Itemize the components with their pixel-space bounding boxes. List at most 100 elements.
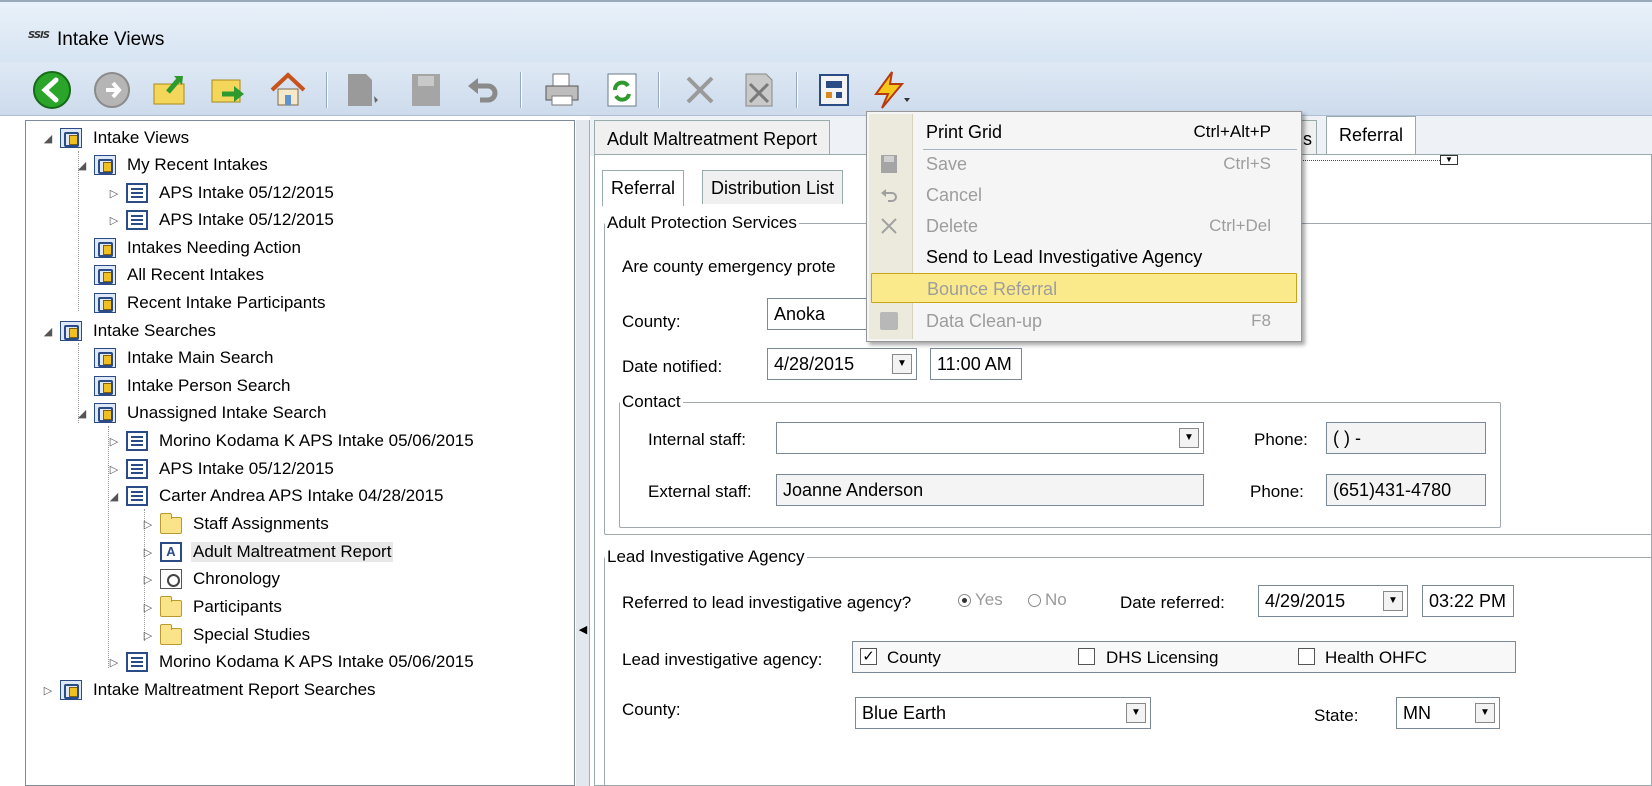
tree-node-staff-assignments[interactable]: ▷ Staff Assignments <box>140 511 331 537</box>
folder-icon <box>160 596 182 617</box>
tab-referral[interactable]: Referral <box>1326 116 1417 156</box>
printer-icon <box>545 73 579 106</box>
tree-node-intake-searches[interactable]: ◢ Intake Searches <box>40 318 218 344</box>
back-button[interactable] <box>30 68 74 112</box>
subtab-referral[interactable]: Referral <box>602 170 685 206</box>
tree-node-adult-maltreatment-report[interactable]: ▷ A Adult Maltreatment Report <box>140 539 394 565</box>
date-referred-field[interactable]: 4/29/2015 ▼ <box>1258 585 1408 617</box>
calculator-button[interactable] <box>812 68 856 112</box>
lia-legend: Lead Investigative Agency <box>607 547 805 566</box>
internal-staff-select[interactable]: ▼ <box>776 422 1204 454</box>
county-option-label: County <box>887 648 941 667</box>
folder-icon <box>160 513 182 534</box>
refresh-button[interactable] <box>600 68 644 112</box>
date-notified-field[interactable]: 4/28/2015 ▼ <box>767 348 917 380</box>
undo-button[interactable] <box>460 68 504 112</box>
tree-node-intake-person-search[interactable]: Intake Person Search <box>74 373 292 399</box>
date-referred-label: Date referred: <box>1120 593 1225 612</box>
tree-node-my-recent-intakes[interactable]: ◢ My Recent Intakes <box>74 152 270 178</box>
tree-node-carter-andrea-intake[interactable]: ◢ Carter Andrea APS Intake 04/28/2015 <box>106 483 445 509</box>
county-checkbox[interactable]: ✓ <box>860 648 877 665</box>
contact-legend: Contact <box>622 392 681 411</box>
county-field[interactable]: Anoka <box>767 298 867 330</box>
tree-node-recent-intake-participants[interactable]: Recent Intake Participants <box>74 290 327 316</box>
menu-item-send-to-lead-agency[interactable]: Send to Lead Investigative Agency <box>871 242 1297 272</box>
title-bar: SSIS Intake Views <box>0 0 1652 62</box>
actions-context-menu: Print Grid Ctrl+Alt+P Save Ctrl+S Cancel… <box>866 111 1302 342</box>
tree-node-intake-views[interactable]: ◢ Intake Views <box>40 125 191 151</box>
lightning-icon <box>874 71 910 109</box>
toolbar <box>0 62 1652 116</box>
intake-list-icon <box>126 210 148 230</box>
toolbar-separator <box>796 72 798 108</box>
intake-list-icon <box>126 652 148 672</box>
up-folder-button[interactable] <box>148 68 192 112</box>
toolbar-separator <box>658 72 660 108</box>
forward-button[interactable] <box>90 68 134 112</box>
tree-node-aps-intake[interactable]: ▷ APS Intake 05/12/2015 <box>106 180 336 206</box>
time-notified-field[interactable]: 11:00 AM <box>930 348 1022 380</box>
tree-node-maltreatment-report-searches[interactable]: ▷ Intake Maltreatment Report Searches <box>40 677 378 703</box>
subtab-distribution-list[interactable]: Distribution List <box>702 170 844 204</box>
tree-node-intake-main-search[interactable]: Intake Main Search <box>74 345 275 371</box>
tab-adult-maltreatment-report[interactable]: Adult Maltreatment Report <box>594 120 831 158</box>
menu-item-delete[interactable]: Delete Ctrl+Del <box>871 211 1297 241</box>
report-a-icon: A <box>160 542 182 562</box>
county-label: County: <box>622 312 681 331</box>
internal-staff-label: Internal staff: <box>648 430 746 449</box>
save-toolbar-button[interactable] <box>404 68 448 112</box>
internal-phone-field[interactable]: ( ) - <box>1326 422 1486 454</box>
clear-button[interactable] <box>738 68 782 112</box>
chevron-down-icon[interactable]: ▼ <box>1475 703 1495 723</box>
tree-node-participants[interactable]: ▷ Participants <box>140 594 284 620</box>
home-button[interactable] <box>266 68 310 112</box>
menu-item-print-grid[interactable]: Print Grid Ctrl+Alt+P <box>871 117 1297 147</box>
tree-node-morino-kodama-intake[interactable]: ▷ Morino Kodama K APS Intake 05/06/2015 <box>106 649 476 675</box>
emergency-question-label: Are county emergency prote <box>622 257 836 276</box>
toolbar-separator <box>520 72 522 108</box>
menu-item-data-cleanup[interactable]: Data Clean-up F8 <box>871 306 1297 336</box>
referred-yes-radio[interactable]: Yes <box>954 590 1003 610</box>
edit-button[interactable] <box>340 68 384 112</box>
collapse-left-icon[interactable]: ◀ <box>578 600 588 660</box>
chevron-down-icon[interactable]: ▼ <box>1179 428 1199 448</box>
panel-splitter[interactable]: ◀ <box>576 120 590 786</box>
tree-node-all-recent-intakes[interactable]: All Recent Intakes <box>74 262 266 288</box>
referred-no-radio[interactable]: No <box>1024 590 1067 610</box>
tree-node-morino-kodama-intake[interactable]: ▷ Morino Kodama K APS Intake 05/06/2015 <box>106 428 476 454</box>
external-phone-field[interactable]: (651)431-4780 <box>1326 474 1486 506</box>
tree-node-intakes-needing-action[interactable]: Intakes Needing Action <box>74 235 303 261</box>
save-disk-icon <box>881 155 897 173</box>
dhs-licensing-label: DHS Licensing <box>1106 648 1219 667</box>
menu-item-cancel[interactable]: Cancel <box>871 180 1297 210</box>
tree-node-chronology[interactable]: ▷ Chronology <box>140 566 282 592</box>
menu-item-bounce-referral[interactable]: Bounce Referral <box>871 273 1297 303</box>
menu-item-save[interactable]: Save Ctrl+S <box>871 149 1297 179</box>
intake-list-icon <box>126 431 148 451</box>
radio-selected-icon <box>958 594 971 608</box>
chevron-down-icon[interactable]: ▼ <box>892 354 912 374</box>
tree-node-unassigned-intake-search[interactable]: ◢ Unassigned Intake Search <box>74 400 328 426</box>
tree-node-special-studies[interactable]: ▷ Special Studies <box>140 622 312 648</box>
tree-node-aps-intake[interactable]: ▷ APS Intake 05/12/2015 <box>106 207 336 233</box>
chevron-down-icon[interactable]: ▼ <box>1126 703 1146 723</box>
dhs-licensing-checkbox[interactable] <box>1078 648 1095 665</box>
external-staff-field[interactable]: Joanne Anderson <box>776 474 1204 506</box>
view-folder-icon <box>60 128 82 148</box>
tree-node-aps-intake[interactable]: ▷ APS Intake 05/12/2015 <box>106 456 336 482</box>
folder-go-button[interactable] <box>206 68 250 112</box>
view-folder-icon <box>94 403 116 423</box>
lia-county-select[interactable]: Blue Earth ▼ <box>855 697 1151 729</box>
state-select[interactable]: MN ▼ <box>1396 697 1500 729</box>
view-folder-icon <box>94 293 116 313</box>
actions-lightning-button[interactable] <box>868 68 912 112</box>
dotted-selector[interactable]: ▼ <box>1300 155 1458 170</box>
chevron-down-icon[interactable]: ▼ <box>1383 591 1403 611</box>
contact-fieldset: Contact <box>619 392 1501 528</box>
time-referred-field[interactable]: 03:22 PM <box>1422 585 1514 617</box>
view-folder-icon <box>60 680 82 700</box>
clear-document-icon <box>745 73 773 107</box>
health-ohfc-checkbox[interactable] <box>1298 648 1315 665</box>
delete-toolbar-button[interactable] <box>678 68 722 112</box>
print-button[interactable] <box>540 68 584 112</box>
